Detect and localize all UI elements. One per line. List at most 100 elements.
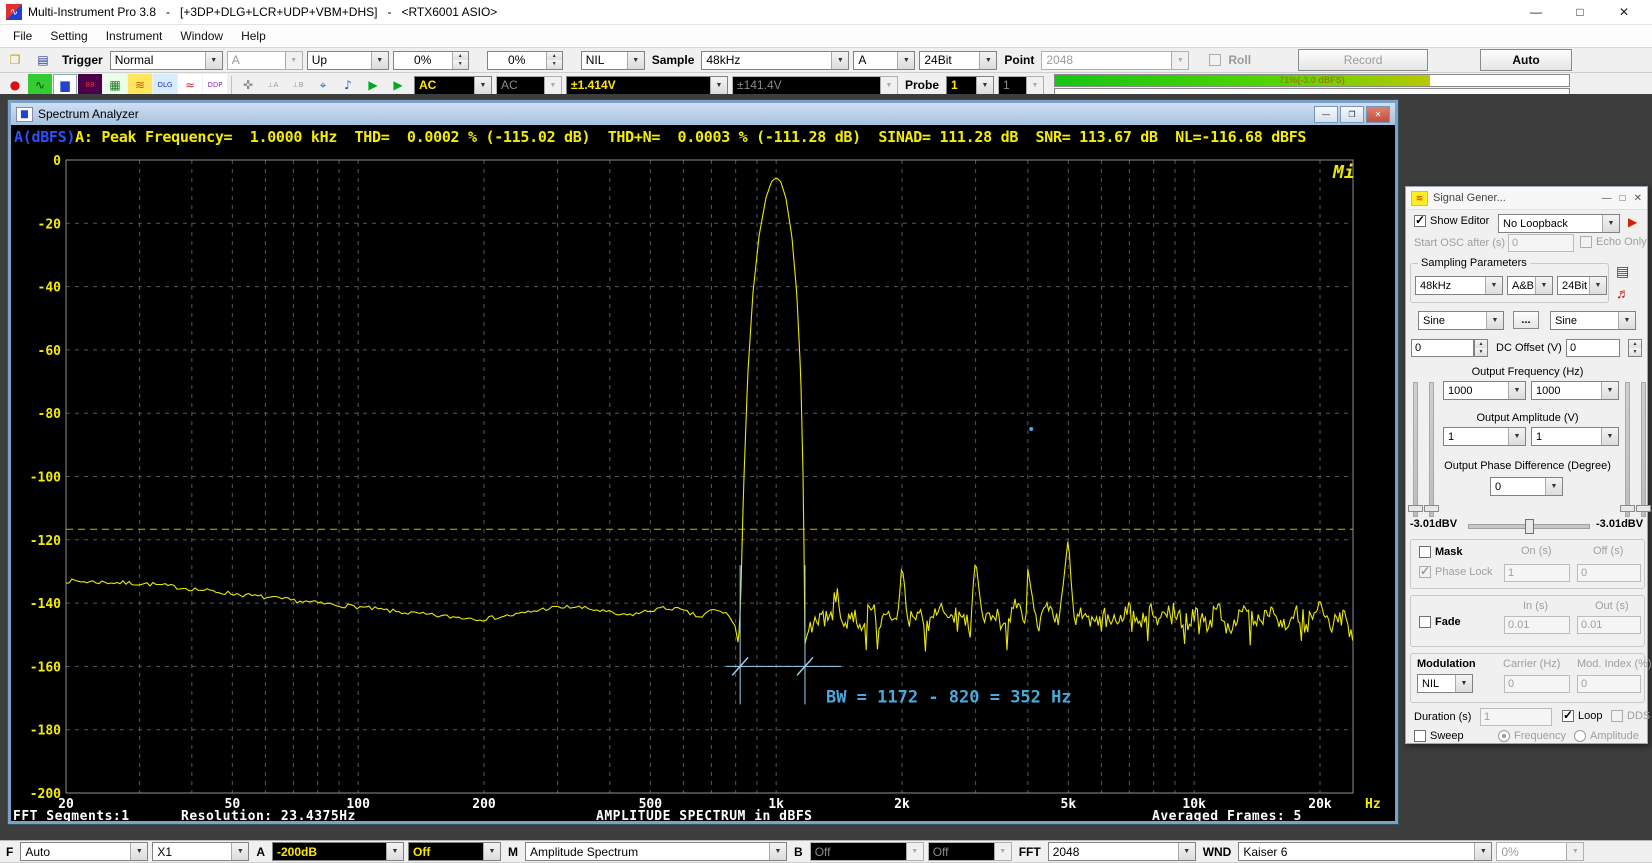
loopback-select[interactable]: No Loopback [1498, 214, 1620, 233]
slider-handle[interactable] [1636, 505, 1651, 512]
derived-data-point-icon[interactable]: ≈ [178, 74, 202, 96]
score-editor-icon[interactable]: ♬ [1616, 285, 1630, 301]
sample-rate-select[interactable]: 48kHz [701, 51, 849, 70]
mask-checkbox[interactable] [1419, 546, 1431, 558]
dropdown-arrow-icon[interactable] [1508, 428, 1525, 445]
dc-offset-a-input[interactable]: 0 [1411, 339, 1474, 357]
minimize-icon[interactable]: — [1602, 193, 1612, 204]
spin-up-icon[interactable]: ▲ [453, 52, 468, 61]
ground-a-icon[interactable]: ⊥A [261, 74, 285, 96]
spin-up-icon[interactable]: ▲ [547, 52, 562, 61]
dropdown-arrow-icon[interactable] [1508, 382, 1525, 399]
dropdown-arrow-icon[interactable] [130, 843, 147, 860]
waveform-a-select[interactable]: Sine [1418, 311, 1504, 330]
dropdown-arrow-icon[interactable] [1589, 277, 1606, 294]
menu-instrument[interactable]: Instrument [97, 27, 172, 45]
window-function-select[interactable]: Kaiser 6 [1238, 842, 1492, 861]
spectrum-plot[interactable]: 0-20-40-60-80-100-120-140-160-180-200205… [11, 148, 1395, 821]
dropdown-arrow-icon[interactable] [1486, 312, 1503, 329]
siggen-bits-select[interactable]: 24Bit [1557, 276, 1607, 295]
zoom-select[interactable]: X1 [152, 842, 249, 861]
run-icon[interactable]: ▶ [361, 74, 385, 96]
slider-handle[interactable] [1620, 505, 1635, 512]
fade-option[interactable]: Fade [1419, 616, 1461, 628]
close-icon[interactable]: ✕ [1366, 106, 1390, 123]
modulation-type-select[interactable]: NIL [1417, 674, 1473, 693]
amplitude-slider-a2[interactable] [1429, 382, 1434, 517]
auto-button[interactable]: Auto [1480, 49, 1572, 71]
frequency-a-select[interactable]: 1000 [1443, 381, 1526, 400]
dropdown-arrow-icon[interactable] [769, 843, 786, 860]
range-a-select[interactable]: ±1.414V [566, 76, 728, 95]
maximize-icon[interactable]: □ [1620, 193, 1626, 204]
trigger-mode-select[interactable]: Normal [110, 51, 223, 70]
maximize-icon[interactable]: □ [1558, 5, 1602, 19]
device-test-plan-icon[interactable]: ▦ [103, 74, 127, 96]
data-logger-icon[interactable]: DLG [153, 74, 177, 96]
waveform-b-select[interactable]: Sine [1550, 311, 1636, 330]
slider-thumb[interactable] [1525, 519, 1534, 534]
siggen-sample-rate-select[interactable]: 48kHz [1415, 276, 1503, 295]
amplitude-slider-b2[interactable] [1641, 382, 1646, 517]
frequency-axis-select[interactable]: Auto [20, 842, 148, 861]
display-mode-select[interactable]: Amplitude Spectrum [525, 842, 787, 861]
dropdown-arrow-icon[interactable] [976, 77, 993, 94]
dc-offset-b-spinner[interactable]: ▲▼ [1628, 339, 1642, 357]
menu-file[interactable]: File [4, 27, 41, 45]
dropdown-arrow-icon[interactable] [1601, 428, 1618, 445]
balance-slider[interactable] [1468, 524, 1590, 529]
close-icon[interactable]: ✕ [1634, 193, 1642, 204]
dropdown-arrow-icon[interactable] [386, 843, 403, 860]
close-icon[interactable]: ✕ [1602, 5, 1646, 19]
dropdown-arrow-icon[interactable] [474, 77, 491, 94]
dropdown-arrow-icon[interactable] [1455, 675, 1472, 692]
loop-option[interactable]: Loop [1562, 710, 1602, 722]
dropdown-arrow-icon[interactable] [1485, 277, 1502, 294]
dropdown-arrow-icon[interactable] [205, 52, 222, 69]
dropdown-arrow-icon[interactable] [831, 52, 848, 69]
mask-option[interactable]: Mask [1419, 546, 1463, 558]
dropdown-arrow-icon[interactable] [1545, 478, 1562, 495]
dropdown-arrow-icon[interactable] [710, 77, 727, 94]
dc-offset-b-input[interactable]: 0 [1566, 339, 1620, 357]
record-icon[interactable]: ● [3, 74, 27, 96]
amplitude-slider-a1[interactable] [1413, 382, 1418, 517]
ddp-viewer-icon[interactable]: DDP [203, 74, 227, 96]
dropdown-arrow-icon[interactable] [1178, 843, 1195, 860]
sound-output-icon[interactable]: ♪ [336, 74, 360, 96]
dropdown-arrow-icon[interactable] [979, 52, 996, 69]
restore-icon[interactable]: ❐ [1340, 106, 1364, 123]
menu-window[interactable]: Window [171, 27, 232, 45]
trigger-edge-select[interactable]: Up [307, 51, 389, 70]
fft-size-select[interactable]: 2048 [1048, 842, 1196, 861]
run-loop-icon[interactable]: ▶ [386, 74, 410, 96]
dropdown-arrow-icon[interactable] [1602, 215, 1619, 232]
sweep-checkbox[interactable] [1414, 730, 1426, 742]
slider-handle[interactable] [1424, 505, 1439, 512]
dropdown-arrow-icon[interactable] [231, 843, 248, 860]
dropdown-arrow-icon[interactable] [1618, 312, 1635, 329]
show-editor-checkbox[interactable] [1414, 215, 1426, 227]
dropdown-arrow-icon[interactable] [627, 52, 644, 69]
spin-down-icon[interactable]: ▼ [547, 60, 562, 69]
spectrum-title-bar[interactable]: ▆ Spectrum Analyzer — ❐ ✕ [11, 103, 1395, 125]
siggen-title-bar[interactable]: ≋ Signal Gener... — □ ✕ [1406, 187, 1647, 210]
phase-difference-select[interactable]: 0 [1490, 477, 1563, 496]
save-icon[interactable]: ▤ [31, 49, 55, 71]
multimeter-icon[interactable]: 88 [78, 74, 102, 96]
spin-down-icon[interactable]: ▼ [453, 60, 468, 69]
probe-a-select[interactable]: 1 [946, 76, 994, 95]
frequency-b-select[interactable]: 1000 [1531, 381, 1619, 400]
ground-b-icon[interactable]: ⊥B [286, 74, 310, 96]
persistence-a-select[interactable]: Off [408, 842, 501, 861]
dropdown-arrow-icon[interactable] [1601, 382, 1618, 399]
bit-depth-select[interactable]: 24Bit [919, 51, 997, 70]
dropdown-arrow-icon[interactable] [1474, 843, 1491, 860]
dropdown-arrow-icon[interactable] [483, 843, 500, 860]
amplitude-a-select[interactable]: 1 [1443, 427, 1526, 446]
open-icon[interactable]: ❐ [3, 49, 27, 71]
spectrum-3d-plot-icon[interactable]: ≋ [128, 74, 152, 96]
range-a-display-select[interactable]: -200dB [272, 842, 404, 861]
spectrum-analyzer-icon[interactable]: ▆ [53, 74, 77, 96]
dropdown-arrow-icon[interactable] [897, 52, 914, 69]
